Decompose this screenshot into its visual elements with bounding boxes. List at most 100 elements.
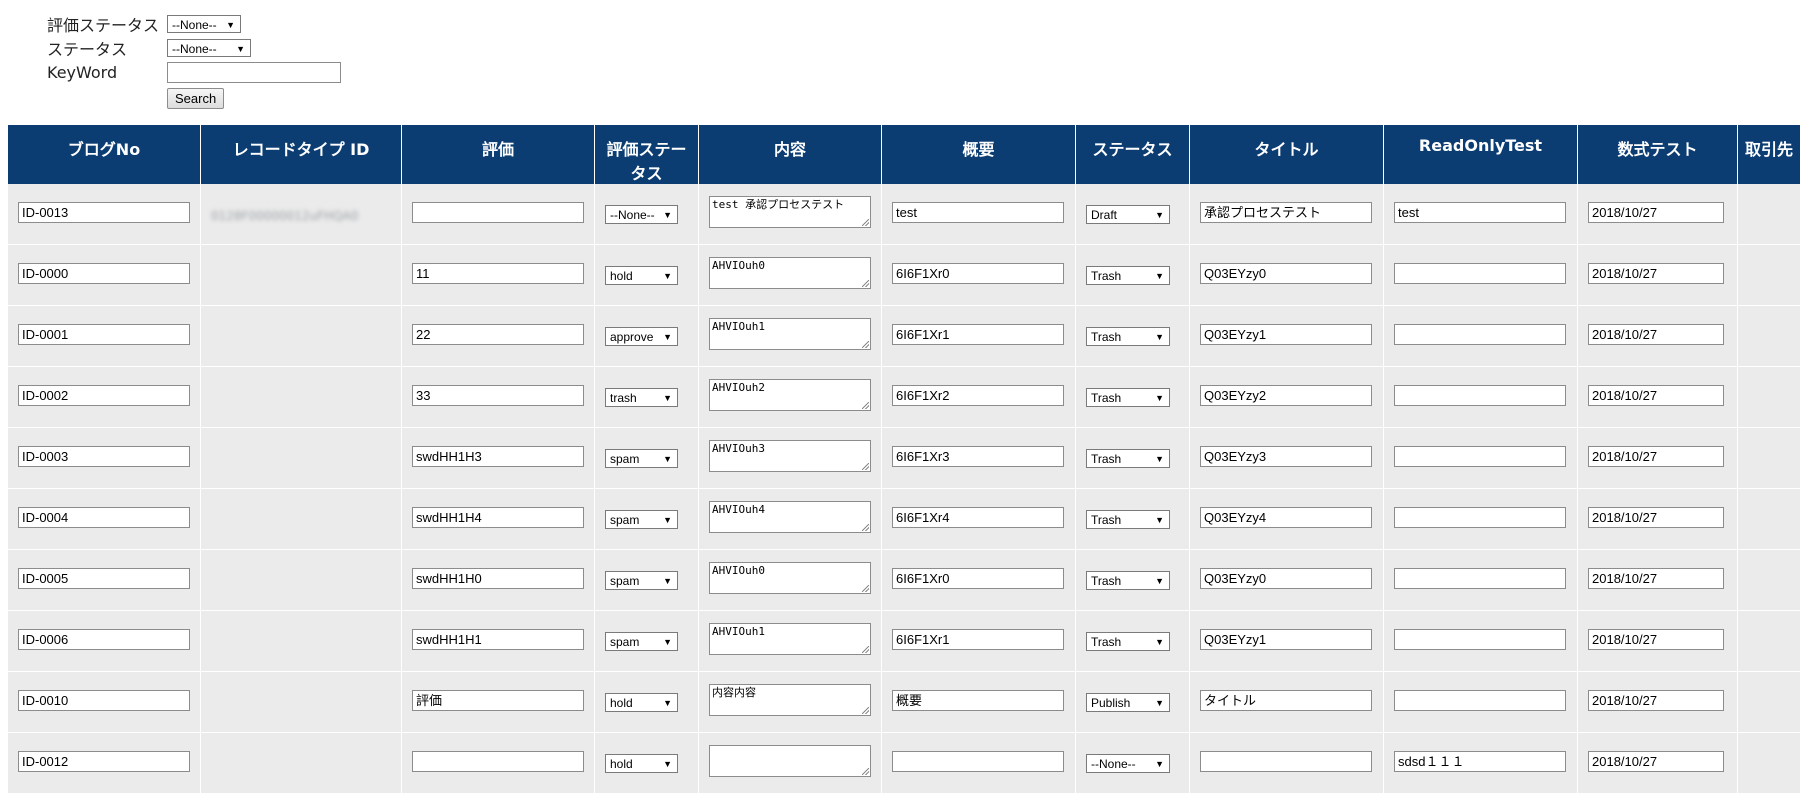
blog-no-input[interactable]: ID-0006 xyxy=(18,628,190,650)
title-input[interactable]: Q03EYzy1 xyxy=(1200,628,1372,650)
content-textarea[interactable]: 内容内容 xyxy=(709,684,871,716)
eval-status-dropdown[interactable]: spam ▼ xyxy=(605,571,678,590)
title-input[interactable]: Q03EYzy1 xyxy=(1200,323,1372,345)
formula-test-input[interactable]: 2018/10/27 xyxy=(1588,506,1724,528)
readonly-test-input[interactable] xyxy=(1394,384,1566,406)
status-dropdown[interactable]: Trash ▼ xyxy=(1086,388,1170,407)
readonly-test-input[interactable]: test xyxy=(1394,201,1566,223)
search-button[interactable]: Search xyxy=(167,87,225,109)
summary-input[interactable]: 6I6F1Xr3 xyxy=(892,445,1064,467)
resize-grip-icon[interactable] xyxy=(862,524,869,531)
status-dropdown[interactable]: Publish ▼ xyxy=(1086,693,1170,712)
content-textarea[interactable]: AHVIOuh0 xyxy=(709,257,871,289)
blog-no-input[interactable]: ID-0003 xyxy=(18,445,190,467)
eval-status-dropdown[interactable]: spam ▼ xyxy=(605,449,678,468)
formula-test-input[interactable]: 2018/10/27 xyxy=(1588,750,1724,772)
readonly-test-input[interactable] xyxy=(1394,567,1566,589)
eval-input[interactable]: swdHH1H0 xyxy=(412,567,584,589)
eval-input[interactable] xyxy=(412,201,584,223)
formula-test-input[interactable]: 2018/10/27 xyxy=(1588,262,1724,284)
blog-no-input[interactable]: ID-0001 xyxy=(18,323,190,345)
eval-input[interactable]: swdHH1H3 xyxy=(412,445,584,467)
summary-input[interactable]: 6I6F1Xr0 xyxy=(892,262,1064,284)
title-input[interactable]: Q03EYzy0 xyxy=(1200,262,1372,284)
eval-status-select[interactable]: --None-- ▼ xyxy=(167,15,241,33)
readonly-test-input[interactable] xyxy=(1394,323,1566,345)
summary-input[interactable]: 概要 xyxy=(892,689,1064,711)
content-textarea[interactable]: AHVIOuh1 xyxy=(709,318,871,350)
status-dropdown[interactable]: --None-- ▼ xyxy=(1086,754,1170,773)
title-input[interactable]: Q03EYzy0 xyxy=(1200,567,1372,589)
content-textarea[interactable]: test 承認プロセステスト xyxy=(709,196,871,228)
formula-test-input[interactable]: 2018/10/27 xyxy=(1588,567,1724,589)
readonly-test-input[interactable]: sdsd１１１ xyxy=(1394,750,1566,772)
col-header-content[interactable]: 内容 xyxy=(699,125,882,184)
blog-no-input[interactable]: ID-0002 xyxy=(18,384,190,406)
eval-input[interactable]: 22 xyxy=(412,323,584,345)
readonly-test-input[interactable] xyxy=(1394,445,1566,467)
formula-test-input[interactable]: 2018/10/27 xyxy=(1588,689,1724,711)
resize-grip-icon[interactable] xyxy=(862,585,869,592)
content-textarea[interactable]: AHVIOuh0 xyxy=(709,562,871,594)
resize-grip-icon[interactable] xyxy=(862,463,869,470)
status-select[interactable]: --None-- ▼ xyxy=(167,39,251,57)
formula-test-input[interactable]: 2018/10/27 xyxy=(1588,628,1724,650)
eval-input[interactable]: 33 xyxy=(412,384,584,406)
summary-input[interactable] xyxy=(892,750,1064,772)
blog-no-input[interactable]: ID-0000 xyxy=(18,262,190,284)
eval-status-dropdown[interactable]: trash ▼ xyxy=(605,388,678,407)
title-input[interactable]: Q03EYzy3 xyxy=(1200,445,1372,467)
title-input[interactable]: Q03EYzy4 xyxy=(1200,506,1372,528)
eval-status-dropdown[interactable]: --None-- ▼ xyxy=(605,205,678,224)
readonly-test-input[interactable] xyxy=(1394,689,1566,711)
status-dropdown[interactable]: Trash ▼ xyxy=(1086,327,1170,346)
summary-input[interactable]: test xyxy=(892,201,1064,223)
eval-input[interactable] xyxy=(412,750,584,772)
blog-no-input[interactable]: ID-0012 xyxy=(18,750,190,772)
eval-status-dropdown[interactable]: approve ▼ xyxy=(605,327,678,346)
summary-input[interactable]: 6I6F1Xr1 xyxy=(892,323,1064,345)
title-input[interactable]: Q03EYzy2 xyxy=(1200,384,1372,406)
col-header-title[interactable]: タイトル xyxy=(1190,125,1384,184)
eval-status-dropdown[interactable]: spam ▼ xyxy=(605,632,678,651)
title-input[interactable] xyxy=(1200,750,1372,772)
resize-grip-icon[interactable] xyxy=(862,768,869,775)
blog-no-input[interactable]: ID-0010 xyxy=(18,689,190,711)
col-header-eval-status[interactable]: 評価ステータス xyxy=(595,125,699,184)
summary-input[interactable]: 6I6F1Xr2 xyxy=(892,384,1064,406)
resize-grip-icon[interactable] xyxy=(862,280,869,287)
status-dropdown[interactable]: Draft ▼ xyxy=(1086,205,1170,224)
eval-status-dropdown[interactable]: spam ▼ xyxy=(605,510,678,529)
resize-grip-icon[interactable] xyxy=(862,646,869,653)
eval-status-dropdown[interactable]: hold ▼ xyxy=(605,754,678,773)
col-header-record-type-id[interactable]: レコードタイプ ID xyxy=(201,125,402,184)
eval-input[interactable]: swdHH1H4 xyxy=(412,506,584,528)
blog-no-input[interactable]: ID-0004 xyxy=(18,506,190,528)
status-dropdown[interactable]: Trash ▼ xyxy=(1086,266,1170,285)
summary-input[interactable]: 6I6F1Xr0 xyxy=(892,567,1064,589)
content-textarea[interactable]: AHVIOuh4 xyxy=(709,501,871,533)
status-dropdown[interactable]: Trash ▼ xyxy=(1086,571,1170,590)
eval-input[interactable]: 評価 xyxy=(412,689,584,711)
blog-no-input[interactable]: ID-0005 xyxy=(18,567,190,589)
eval-status-dropdown[interactable]: hold ▼ xyxy=(605,266,678,285)
formula-test-input[interactable]: 2018/10/27 xyxy=(1588,445,1724,467)
status-dropdown[interactable]: Trash ▼ xyxy=(1086,510,1170,529)
title-input[interactable]: タイトル xyxy=(1200,689,1372,711)
keyword-input[interactable] xyxy=(167,61,341,83)
status-dropdown[interactable]: Trash ▼ xyxy=(1086,449,1170,468)
col-header-eval[interactable]: 評価 xyxy=(402,125,595,184)
status-dropdown[interactable]: Trash ▼ xyxy=(1086,632,1170,651)
col-header-summary[interactable]: 概要 xyxy=(882,125,1076,184)
col-header-readonly-test[interactable]: ReadOnlyTest xyxy=(1384,125,1578,184)
content-textarea[interactable]: AHVIOuh3 xyxy=(709,440,871,472)
col-header-blog-no[interactable]: ブログNo xyxy=(8,125,201,184)
formula-test-input[interactable]: 2018/10/27 xyxy=(1588,201,1724,223)
col-header-formula-test[interactable]: 数式テスト xyxy=(1578,125,1738,184)
eval-status-dropdown[interactable]: hold ▼ xyxy=(605,693,678,712)
readonly-test-input[interactable] xyxy=(1394,262,1566,284)
col-header-account[interactable]: 取引先 xyxy=(1738,125,1800,184)
content-textarea[interactable]: AHVIOuh1 xyxy=(709,623,871,655)
summary-input[interactable]: 6I6F1Xr4 xyxy=(892,506,1064,528)
resize-grip-icon[interactable] xyxy=(862,402,869,409)
